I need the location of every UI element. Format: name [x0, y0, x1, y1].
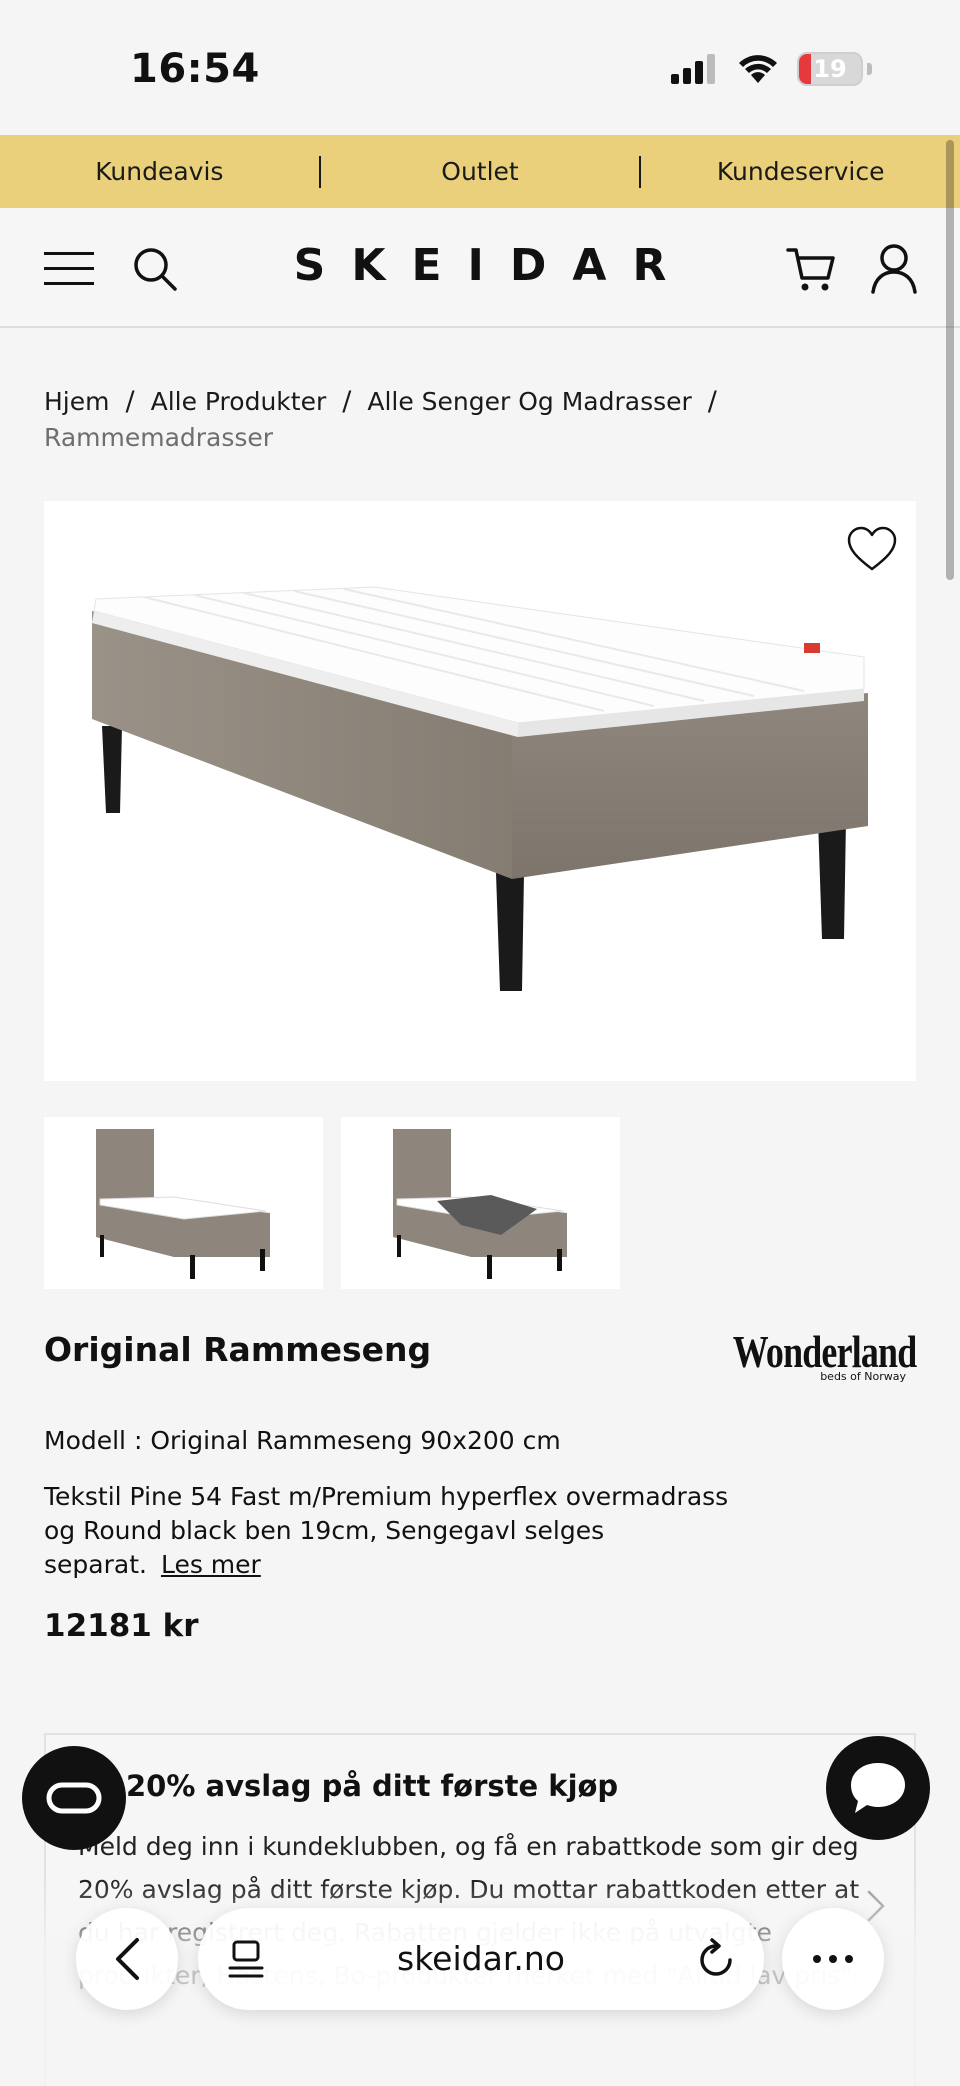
brand-logo[interactable]: Wonderland beds of Norway — [681, 1326, 916, 1384]
product-thumbnail[interactable] — [44, 1117, 323, 1289]
battery-percent: 19 — [813, 55, 847, 83]
read-more-link[interactable]: Les mer — [161, 1550, 261, 1579]
product-model: Modell : Original Rammeseng 90x200 cm — [44, 1426, 561, 1455]
breadcrumb: Hjem / Alle Produkter / Alle Senger Og Madra… — [44, 384, 924, 456]
product-thumbnail[interactable] — [341, 1117, 620, 1289]
browser-address-bar[interactable]: skeidar.no — [198, 1908, 764, 2010]
chat-bubble-icon — [851, 1763, 905, 1813]
product-price: 12181 kr — [44, 1608, 199, 1644]
status-icons: 19 — [671, 52, 872, 86]
promo-link-kundeservice[interactable]: Kundeservice — [641, 157, 960, 186]
cellular-signal-icon — [671, 54, 715, 84]
wifi-icon — [739, 55, 777, 83]
breadcrumb-separator: / — [125, 386, 135, 417]
promo-link-kundeavis[interactable]: Kundeavis — [0, 157, 319, 186]
breadcrumb-home[interactable]: Hjem — [44, 387, 109, 416]
user-icon[interactable] — [870, 242, 918, 294]
toggle-link-icon — [46, 1782, 102, 1814]
status-time: 16:54 — [130, 46, 260, 92]
promo-link-outlet[interactable]: Outlet — [321, 157, 640, 186]
page-scrollbar[interactable] — [946, 140, 954, 580]
chevron-left-icon — [116, 1938, 139, 1980]
heart-icon[interactable] — [846, 525, 898, 573]
site-header: SKEIDAR — [0, 208, 960, 328]
description-text: Tekstil Pine 54 Fast m/Premium hyperflex… — [44, 1482, 729, 1579]
browser-back-button[interactable] — [76, 1908, 178, 2010]
accessibility-toggle-button[interactable] — [22, 1746, 126, 1850]
club-discount-title: 20% avslag på ditt første kjøp — [126, 1769, 619, 1803]
breadcrumb-separator: / — [342, 386, 352, 417]
top-promo-bar: Kundeavis Outlet Kundeservice — [0, 135, 960, 208]
cart-icon[interactable] — [786, 244, 836, 294]
browser-more-button[interactable] — [782, 1908, 884, 2010]
battery-indicator: 19 — [797, 52, 863, 86]
breadcrumb-current: Rammemadrasser — [44, 423, 274, 452]
more-icon-dot — [813, 1955, 821, 1963]
product-main-image[interactable] — [44, 501, 916, 1081]
reload-icon[interactable] — [696, 1938, 736, 1980]
breadcrumb-beds-mattresses[interactable]: Alle Senger Og Madrasser — [367, 387, 691, 416]
chat-button[interactable] — [826, 1736, 930, 1840]
bed-thumbnail-image — [96, 1129, 270, 1279]
brand-name: Wonderland — [732, 1326, 916, 1377]
breadcrumb-separator: / — [707, 386, 717, 417]
bed-illustration — [92, 586, 868, 991]
battery-tip — [867, 63, 872, 75]
status-bar: 16:54 19 — [0, 0, 960, 135]
bed-with-blanket-thumbnail-image — [393, 1129, 567, 1279]
product-title: Original Rammeseng — [44, 1330, 432, 1369]
breadcrumb-all-products[interactable]: Alle Produkter — [151, 387, 327, 416]
browser-url: skeidar.no — [397, 1939, 565, 1978]
more-icon-dot — [829, 1955, 837, 1963]
more-icon-dot — [845, 1955, 853, 1963]
product-description: Tekstil Pine 54 Fast m/Premium hyperflex… — [44, 1480, 764, 1582]
